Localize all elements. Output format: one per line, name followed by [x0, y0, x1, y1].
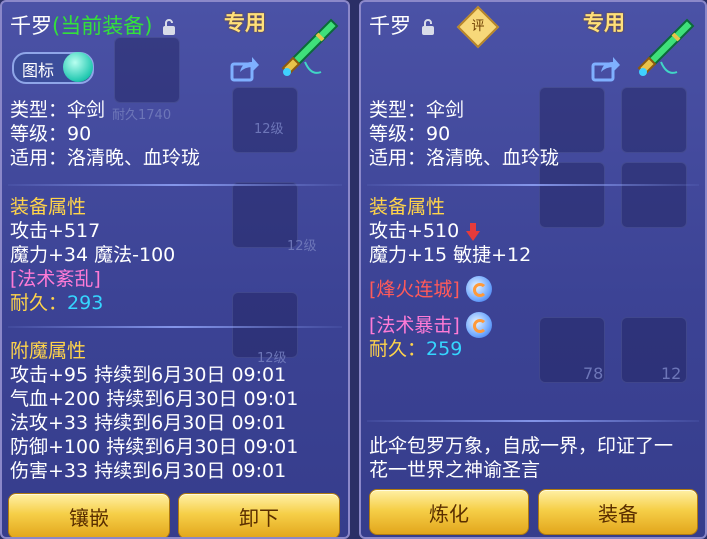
- toggle-knob: [63, 52, 93, 82]
- item-applies: 适用：洛清晚、血玲珑: [10, 147, 201, 169]
- enchant-title: 附魔属性: [10, 340, 87, 362]
- refine-button[interactable]: 炼化: [369, 489, 529, 535]
- attr-magic: 魔力+34 魔法-100: [10, 244, 176, 266]
- item-name: 千罗: [10, 14, 52, 38]
- enchant-line: 气血+200 持续到6月30日 09:01: [10, 388, 299, 410]
- lock-icon[interactable]: [162, 19, 176, 35]
- background-slot: [539, 162, 605, 228]
- divider: [367, 420, 699, 422]
- durability: 耐久：293: [10, 291, 103, 315]
- icon-toggle[interactable]: 图标: [12, 52, 94, 84]
- special-effect: [法术紊乱]: [10, 268, 101, 290]
- durability-label: 耐久：: [10, 292, 68, 314]
- exclusive-label: 专用: [583, 11, 625, 35]
- background-durability-text: 耐久1740: [112, 108, 172, 123]
- attr-magic: 魔力+15 敏捷+12: [369, 244, 532, 266]
- down-arrow-icon: [466, 222, 481, 241]
- rating-badge-icon[interactable]: 评: [457, 5, 500, 49]
- item-description-line: 此伞包罗万象，自成一界，印证了一: [369, 435, 674, 457]
- durability: 耐久：259: [369, 337, 462, 361]
- special-effect-label: [法术暴击]: [369, 314, 460, 337]
- equip-attr-title: 装备属性: [369, 196, 446, 218]
- equip-attr-title: 装备属性: [10, 196, 87, 218]
- swirl-skill-icon[interactable]: [465, 312, 492, 338]
- divider: [8, 184, 342, 186]
- special-effect: [烽火连城]: [369, 276, 492, 303]
- weapon-umbrella-sword-icon: [281, 18, 339, 76]
- durability-value: 259: [426, 338, 463, 360]
- attr-attack-value: 攻击+510: [369, 220, 460, 242]
- weapon-umbrella-sword-icon: [637, 18, 695, 76]
- enchant-line: 法攻+33 持续到6月30日 09:01: [10, 412, 287, 434]
- durability-value: 293: [67, 292, 104, 314]
- background-level-text: 12级: [254, 122, 284, 137]
- lock-icon[interactable]: [421, 19, 435, 35]
- background-slot: [539, 87, 605, 153]
- item-type: 类型：伞剑: [10, 99, 106, 121]
- item-type: 类型：伞剑: [369, 99, 465, 121]
- item-applies: 适用：洛清晚、血玲珑: [369, 147, 560, 169]
- attr-attack: 攻击+510: [369, 219, 481, 243]
- item-description-line: 花一世界之神谕圣言: [369, 459, 541, 481]
- equip-button[interactable]: 装备: [538, 489, 698, 535]
- equipped-status: (当前装备): [52, 14, 153, 38]
- item-level: 等级：90: [10, 123, 92, 145]
- attr-attack: 攻击+517: [10, 220, 101, 242]
- share-icon[interactable]: [591, 56, 621, 82]
- background-count-text: 12: [661, 364, 682, 383]
- rating-badge-label: 评: [471, 19, 485, 34]
- divider: [8, 326, 342, 328]
- item-title: 千罗 评: [369, 5, 500, 49]
- inlay-button[interactable]: 镶嵌: [8, 493, 170, 537]
- background-slot: [114, 37, 180, 103]
- special-effect: [法术暴击]: [369, 312, 492, 339]
- durability-label: 耐久：: [369, 338, 427, 360]
- icon-toggle-label: 图标: [22, 61, 55, 80]
- exclusive-label: 专用: [224, 11, 266, 35]
- background-count-text: 78: [583, 364, 604, 383]
- item-level: 等级：90: [369, 123, 451, 145]
- enchant-line: 伤害+33 持续到6月30日 09:01: [10, 460, 287, 482]
- background-slot: [621, 87, 687, 153]
- share-icon[interactable]: [230, 56, 260, 82]
- background-level-text: 12级: [287, 239, 317, 254]
- special-effect-label: [烽火连城]: [369, 278, 460, 301]
- equipped-item-panel: 耐久1740 12级 12级 12级 千罗(当前装备) 专用 图标 类型：伞剑 …: [0, 0, 350, 539]
- background-slot: [621, 162, 687, 228]
- unequip-button[interactable]: 卸下: [178, 493, 340, 537]
- enchant-line: 攻击+95 持续到6月30日 09:01: [10, 364, 287, 386]
- divider: [367, 184, 699, 186]
- item-title: 千罗(当前装备): [10, 10, 176, 40]
- item-name: 千罗: [369, 14, 411, 38]
- swirl-skill-icon[interactable]: [465, 276, 492, 302]
- enchant-line: 防御+100 持续到6月30日 09:01: [10, 436, 299, 458]
- compare-item-panel: 78 12 千罗 评 专用 类型：伞剑 等级：90 适用：洛清晚、血玲珑 装备属…: [359, 0, 707, 539]
